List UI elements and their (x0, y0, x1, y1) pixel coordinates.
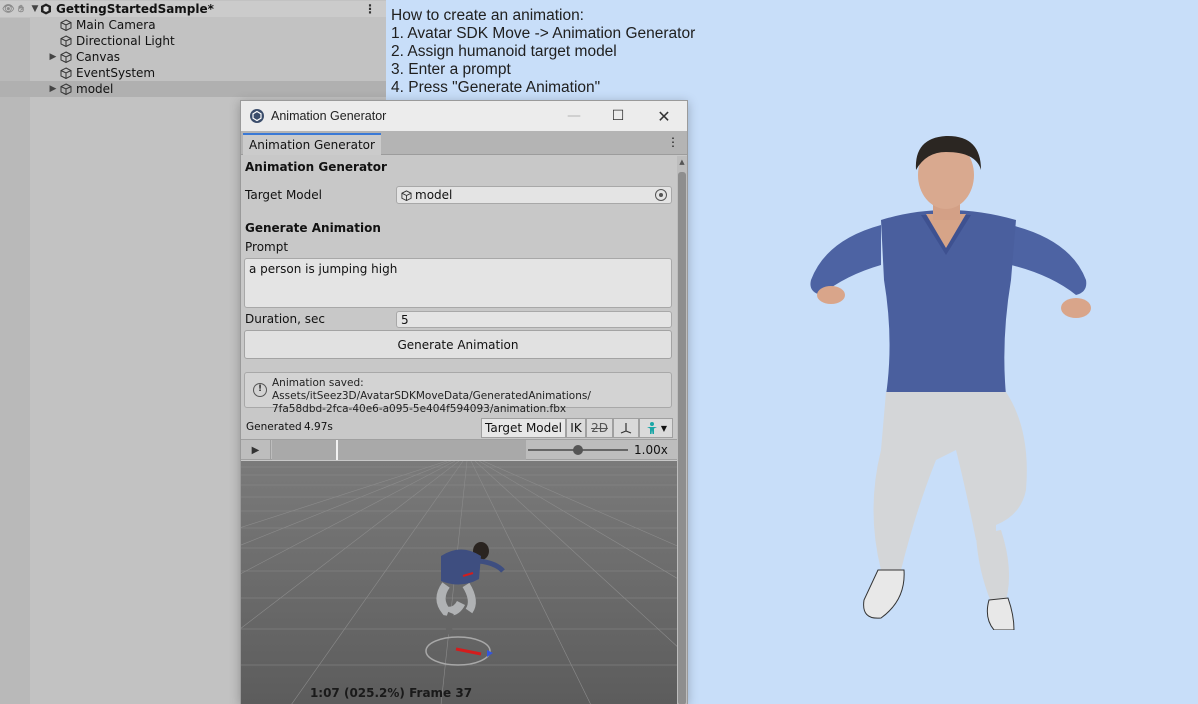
animation-timeline: ▶ 1.00x (241, 439, 677, 460)
instruction-line: 2. Assign humanoid target model (391, 43, 617, 60)
pivot-axes-icon (620, 423, 632, 434)
preview-grid (241, 461, 677, 704)
expand-arrow-icon[interactable]: ▶ (46, 84, 60, 94)
expand-arrow-icon[interactable]: ▼ (30, 4, 40, 14)
tab-label: Animation Generator (249, 138, 375, 152)
duration-input[interactable]: 5 (396, 311, 672, 328)
duration-value: 5 (401, 312, 409, 327)
hierarchy-item-model[interactable]: ▶ model (0, 81, 386, 97)
hierarchy-item-label: model (76, 82, 114, 96)
instruction-line: 3. Enter a prompt (391, 61, 511, 78)
gameobject-cube-icon (60, 83, 72, 95)
status-line: Animation saved: Assets/itSeez3D/AvatarS… (272, 377, 591, 402)
instruction-line: How to create an animation: (391, 7, 584, 24)
hierarchy-item-eventsystem[interactable]: EventSystem (0, 65, 386, 81)
window-scrollbar[interactable]: ▲ (677, 156, 687, 704)
hierarchy-item-directional-light[interactable]: Directional Light (0, 33, 386, 49)
tab-menu-icon[interactable]: ⋮ (667, 135, 679, 149)
avatar-character (810, 135, 1091, 630)
unity-scene-icon (41, 3, 51, 15)
instruction-line: 4. Press "Generate Animation" (391, 79, 601, 96)
hierarchy-item-label: Directional Light (76, 34, 175, 48)
dropdown-arrow-icon: ▼ (660, 423, 668, 433)
close-button[interactable]: ✕ (641, 101, 687, 131)
generate-section-title: Generate Animation (245, 221, 381, 235)
prompt-input[interactable]: a person is jumping high (244, 258, 672, 308)
visibility-icon[interactable]: 👁︎ ✋︎ (0, 4, 30, 15)
speed-slider[interactable] (528, 445, 628, 455)
section-title: Animation Generator (245, 160, 387, 174)
target-model-toggle[interactable]: Target Model (481, 418, 566, 438)
frame-info: 1:07 (025.2%) Frame 37 (309, 686, 473, 700)
play-button[interactable]: ▶ (241, 440, 271, 460)
prompt-value: a person is jumping high (249, 262, 398, 276)
expand-arrow-icon[interactable]: ▶ (46, 52, 60, 62)
target-model-field[interactable]: model (396, 186, 672, 204)
hierarchy-item-label: Canvas (76, 50, 121, 64)
hierarchy-item-canvas[interactable]: ▶ Canvas (0, 49, 386, 65)
status-message: ! Animation saved: Assets/itSeez3D/Avata… (244, 372, 672, 415)
scene-menu-icon[interactable]: ⋮ (364, 2, 376, 16)
instruction-line: 1. Avatar SDK Move -> Animation Generato… (391, 25, 696, 42)
scrollbar-thumb[interactable] (678, 172, 686, 704)
window-tabbar: Animation Generator ⋮ (241, 131, 687, 155)
speed-value: 1.00x (634, 443, 668, 457)
2d-toggle[interactable]: 2D (586, 418, 613, 438)
prompt-label: Prompt (245, 240, 289, 254)
hierarchy-item-label: Main Camera (76, 18, 156, 32)
speed-slider-thumb[interactable] (573, 445, 583, 455)
window-content: Animation Generator Target Model model G… (241, 156, 677, 704)
hierarchy-gutter (0, 18, 30, 704)
hierarchy-item-label: EventSystem (76, 66, 156, 80)
scene-name: GettingStartedSample* (56, 2, 214, 16)
gameobject-cube-icon (60, 51, 72, 63)
window-titlebar[interactable]: Animation Generator — ☐ ✕ (241, 101, 687, 131)
gameobject-cube-icon (401, 189, 412, 201)
hierarchy-item-main-camera[interactable]: Main Camera (0, 17, 386, 33)
avatar-icon (646, 422, 657, 434)
target-model-value: model (415, 188, 453, 202)
generated-value: 4.97s (304, 421, 333, 433)
unity-logo-icon (250, 109, 264, 123)
playhead[interactable] (336, 440, 338, 460)
instructions-text: How to create an animation: 1. Avatar SD… (391, 7, 695, 97)
ik-toggle[interactable]: IK (566, 418, 586, 438)
maximize-button[interactable]: ☐ (595, 101, 641, 131)
tab-animation-generator[interactable]: Animation Generator (243, 133, 381, 155)
gameobject-cube-icon (60, 67, 72, 79)
generated-label: Generated (246, 421, 302, 433)
window-title: Animation Generator (271, 109, 387, 123)
preview-viewport[interactable]: 1:07 (025.2%) Frame 37 (241, 461, 677, 704)
scroll-up-icon[interactable]: ▲ (677, 158, 687, 166)
hierarchy-scene-row[interactable]: 👁︎ ✋︎ ▼ GettingStartedSample* ⋮ (0, 1, 386, 17)
info-icon: ! (253, 383, 267, 397)
minimize-button[interactable]: — (551, 101, 597, 131)
avatar-menu-button[interactable]: ▼ (639, 418, 673, 438)
object-picker-icon[interactable] (655, 189, 667, 201)
target-model-label: Target Model (245, 188, 322, 202)
generate-animation-button[interactable]: Generate Animation (244, 330, 672, 359)
2d-toggle-label: 2D (591, 421, 608, 435)
animation-generator-window: Animation Generator — ☐ ✕ Animation Gene… (240, 100, 688, 704)
preview-toolbar: Generated 4.97s Target Model IK 2D ▼ (241, 414, 677, 438)
status-text: Animation saved: Assets/itSeez3D/AvatarS… (272, 377, 671, 416)
gameobject-cube-icon (60, 19, 72, 31)
duration-label: Duration, sec (245, 312, 325, 326)
gameobject-cube-icon (60, 35, 72, 47)
pivot-icon[interactable] (613, 418, 639, 438)
timeline-track[interactable] (272, 440, 526, 460)
